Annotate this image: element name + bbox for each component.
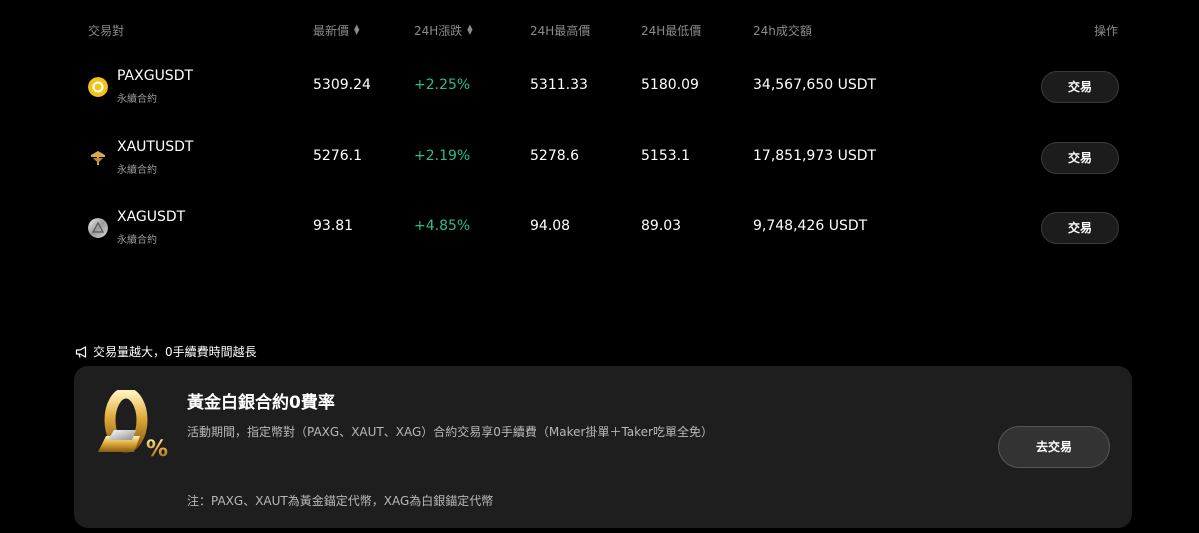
promo-note: 注：PAXG、XAUT為黃金錨定代幣，XAG為白銀錨定代幣 bbox=[187, 494, 494, 508]
change-24h: +4.85% bbox=[414, 218, 471, 234]
volume-24h: 34,567,650 USDT bbox=[753, 77, 877, 93]
contract-type: 永續合約 bbox=[117, 235, 157, 246]
paxg-coin-icon bbox=[88, 77, 108, 97]
header-high-24h: 24H最高價 bbox=[530, 24, 591, 38]
xag-coin-icon bbox=[88, 218, 108, 238]
low-24h: 5153.1 bbox=[641, 148, 690, 164]
promo-title: 黃金白銀合約0費率 bbox=[187, 393, 335, 413]
trade-button[interactable]: 交易 bbox=[1041, 212, 1119, 244]
table-row[interactable]: XAUTUSDT 永續合約 5276.1 +2.19% 5278.6 5153.… bbox=[0, 128, 1199, 188]
promo-card: % 黃金白銀合約0費率 活動期間，指定幣對（PAXG、XAUT、XAG）合約交易… bbox=[74, 366, 1132, 528]
last-price: 93.81 bbox=[313, 218, 354, 234]
sort-icon[interactable]: ▲ ▼ bbox=[354, 24, 359, 36]
volume-24h: 17,851,973 USDT bbox=[753, 148, 877, 164]
svg-text:%: % bbox=[146, 437, 168, 462]
low-24h: 5180.09 bbox=[641, 77, 699, 93]
contract-type: 永續合約 bbox=[117, 165, 157, 176]
pair-symbol: PAXGUSDT bbox=[117, 68, 194, 84]
low-24h: 89.03 bbox=[641, 218, 682, 234]
high-24h: 94.08 bbox=[530, 218, 571, 234]
header-change-24h[interactable]: 24H漲跌 ▲ ▼ bbox=[414, 22, 473, 39]
zero-percent-gold-icon: % bbox=[98, 390, 168, 462]
xaut-coin-icon bbox=[91, 151, 105, 165]
header-low-24h: 24H最低價 bbox=[641, 24, 702, 38]
header-last-price-label: 最新價 bbox=[313, 24, 350, 38]
volume-24h: 9,748,426 USDT bbox=[753, 218, 868, 234]
change-24h: +2.25% bbox=[414, 77, 471, 93]
table-row[interactable]: XAGUSDT 永續合約 93.81 +4.85% 94.08 89.03 9,… bbox=[0, 198, 1199, 258]
last-price: 5276.1 bbox=[313, 148, 362, 164]
header-change-label: 24H漲跌 bbox=[414, 24, 463, 38]
trade-button[interactable]: 交易 bbox=[1041, 142, 1119, 174]
sort-icon[interactable]: ▲ ▼ bbox=[467, 24, 472, 36]
header-action: 操作 bbox=[1094, 24, 1119, 38]
promo-headline-text: 交易量越大，0手續費時間越長 bbox=[93, 345, 257, 359]
high-24h: 5278.6 bbox=[530, 148, 579, 164]
contract-type: 永續合約 bbox=[117, 94, 157, 105]
go-trade-button[interactable]: 去交易 bbox=[998, 426, 1110, 468]
promo-headline: 交易量越大，0手續費時間越長 bbox=[75, 343, 257, 360]
header-pair: 交易對 bbox=[88, 24, 125, 38]
table-row[interactable]: PAXGUSDT 永續合約 5309.24 +2.25% 5311.33 518… bbox=[0, 57, 1199, 117]
pair-symbol: XAUTUSDT bbox=[117, 139, 194, 155]
promo-description: 活動期間，指定幣對（PAXG、XAUT、XAG）合約交易享0手續費（Maker掛… bbox=[187, 425, 713, 439]
pair-symbol: XAGUSDT bbox=[117, 209, 186, 225]
header-last-price[interactable]: 最新價 ▲ ▼ bbox=[313, 22, 359, 39]
megaphone-icon bbox=[75, 346, 87, 358]
high-24h: 5311.33 bbox=[530, 77, 588, 93]
last-price: 5309.24 bbox=[313, 77, 371, 93]
trade-button[interactable]: 交易 bbox=[1041, 71, 1119, 103]
change-24h: +2.19% bbox=[414, 148, 471, 164]
header-volume-24h: 24h成交額 bbox=[753, 24, 812, 38]
